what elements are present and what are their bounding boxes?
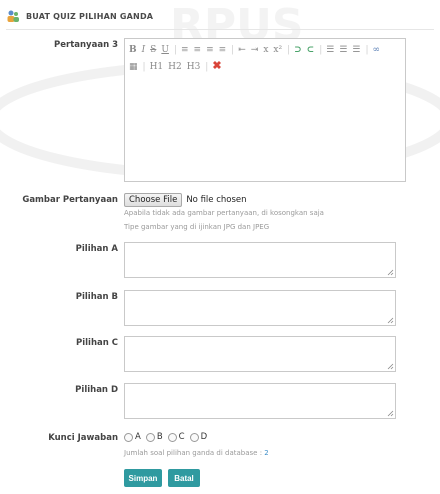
question-count-text: Jumlah soal pilihan ganda di database : <box>124 449 265 457</box>
radio-circle[interactable] <box>167 432 177 442</box>
answer-radio-a[interactable]: A <box>124 432 141 442</box>
image-label: Gambar Pertanyaan <box>22 195 118 205</box>
resize-handle-icon[interactable] <box>387 363 394 370</box>
toolbar-button[interactable]: H1 <box>150 60 164 75</box>
toolbar-button[interactable]: ⇥ <box>251 43 259 58</box>
answer-radio-d[interactable]: D <box>189 432 208 442</box>
toolbar-button[interactable]: S <box>150 43 156 58</box>
cancel-button[interactable]: Batal <box>168 469 200 487</box>
editor-toolbar: B I S U | ≡ ≡ ≡ ≡ | ⇤ ⇥ x x² | ⊃ ⊂ | ☰ ☰ ☰ | ∞ ▦ | H1 H2 H3 | ✖ <box>129 43 401 75</box>
answer-key-label: Kunci Jawaban <box>48 433 118 443</box>
option-d-field[interactable] <box>124 383 396 419</box>
toolbar-button[interactable]: x <box>263 43 268 58</box>
resize-handle-icon[interactable] <box>387 269 394 276</box>
question-editor[interactable]: B I S U | ≡ ≡ ≡ ≡ | ⇤ ⇥ x x² | ⊃ ⊂ | ☰ ☰ ☰ | ∞ ▦ | H1 H2 H3 | ✖ <box>124 38 406 182</box>
toolbar-button[interactable]: ▦ <box>129 60 138 75</box>
toolbar-button[interactable]: U <box>161 43 169 58</box>
users-icon <box>7 10 19 22</box>
radio-circle[interactable] <box>189 432 199 442</box>
radio-label: C <box>178 432 185 442</box>
toolbar-button[interactable]: I <box>142 43 146 58</box>
radio-circle[interactable] <box>124 432 133 442</box>
toolbar-button[interactable]: ≡ <box>206 43 214 58</box>
choose-file-button[interactable]: Choose File <box>124 193 183 207</box>
question-label: Pertanyaan 3 <box>54 40 118 50</box>
toolbar-button[interactable]: ≡ <box>219 43 227 58</box>
option-d-label: Pilihan D <box>75 385 118 395</box>
answer-key-radios: A B C D <box>124 432 212 442</box>
resize-handle-icon[interactable] <box>387 317 394 324</box>
toolbar-separator: | <box>173 45 177 55</box>
page-title: BUAT QUIZ PILIHAN GANDA <box>26 11 154 21</box>
radio-circle[interactable] <box>145 432 155 442</box>
toolbar-button[interactable]: ☰ <box>339 43 347 58</box>
image-hint-types: Tipe gambar yang di ijinkan JPG dan JPEG <box>124 223 270 231</box>
toolbar-button[interactable]: ⊃ <box>294 43 302 58</box>
toolbar-button[interactable]: ≡ <box>181 43 189 58</box>
toolbar-button[interactable]: ⊂ <box>307 43 315 58</box>
option-b-label: Pilihan B <box>75 292 118 302</box>
radio-label: B <box>156 432 163 442</box>
toolbar-separator: | <box>319 45 323 55</box>
toolbar-separator: | <box>205 62 209 72</box>
answer-radio-c[interactable]: C <box>167 432 185 442</box>
toolbar-button[interactable]: H3 <box>187 60 201 75</box>
image-hint-empty: Apabila tidak ada gambar pertanyaan, di … <box>124 209 324 217</box>
toolbar-button[interactable]: ∞ <box>373 43 381 58</box>
toolbar-button[interactable]: ⇤ <box>238 43 246 58</box>
option-c-label: Pilihan C <box>75 338 118 348</box>
header-divider <box>6 29 434 30</box>
radio-label: A <box>135 432 141 442</box>
save-button[interactable]: Simpan <box>124 469 162 487</box>
toolbar-separator: | <box>365 45 369 55</box>
toolbar-button[interactable]: x² <box>273 43 282 58</box>
resize-handle-icon[interactable] <box>387 410 394 417</box>
toolbar-button[interactable]: H2 <box>168 60 182 75</box>
toolbar-button[interactable]: B <box>129 43 137 58</box>
toolbar-button[interactable]: ✖ <box>212 58 221 73</box>
radio-label: D <box>200 432 208 442</box>
option-b-field[interactable] <box>124 290 396 326</box>
option-a-label: Pilihan A <box>75 244 118 254</box>
option-c-field[interactable] <box>124 336 396 372</box>
question-count-value: 2 <box>264 449 269 457</box>
answer-radio-b[interactable]: B <box>145 432 163 442</box>
toolbar-separator: | <box>287 45 291 55</box>
option-a-field[interactable] <box>124 242 396 278</box>
image-file-input[interactable]: Choose File No file chosen <box>124 193 247 207</box>
page-header: BUAT QUIZ PILIHAN GANDA <box>6 8 153 24</box>
toolbar-button[interactable]: ≡ <box>194 43 202 58</box>
toolbar-separator: | <box>142 62 146 72</box>
toolbar-separator: | <box>231 45 235 55</box>
toolbar-button[interactable]: ☰ <box>326 43 334 58</box>
file-status: No file chosen <box>186 195 247 205</box>
question-count: Jumlah soal pilihan ganda di database : … <box>124 449 269 457</box>
toolbar-button[interactable]: ☰ <box>352 43 360 58</box>
